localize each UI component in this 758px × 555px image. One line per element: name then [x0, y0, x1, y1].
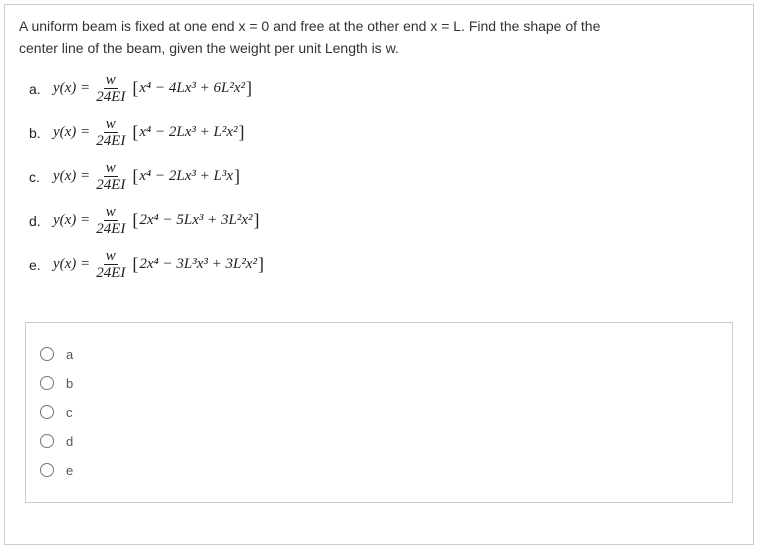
question-line2: center line of the beam, given the weigh… — [19, 40, 399, 56]
option-letter: d. — [29, 213, 53, 229]
option-letter: c. — [29, 169, 53, 185]
option-d: d. y(x) = w 24EI [ 2x⁴ − 5Lx³ + 3L²x² ] — [29, 204, 739, 238]
radio-label-e: e — [66, 463, 73, 478]
radio-e[interactable] — [40, 463, 54, 477]
option-a: a. y(x) = w 24EI [ x⁴ − 4Lx³ + 6L²x² ] — [29, 72, 739, 106]
option-letter: b. — [29, 125, 53, 141]
answer-row-a[interactable]: a — [40, 347, 718, 362]
answer-row-e[interactable]: e — [40, 463, 718, 478]
answer-row-c[interactable]: c — [40, 405, 718, 420]
radio-d[interactable] — [40, 434, 54, 448]
bracket-close: ] — [246, 78, 252, 99]
radio-a[interactable] — [40, 347, 54, 361]
option-letter: a. — [29, 81, 53, 97]
radio-c[interactable] — [40, 405, 54, 419]
option-e: e. y(x) = w 24EI [ 2x⁴ − 3L³x³ + 3L²x² ] — [29, 248, 739, 282]
radio-label-d: d — [66, 434, 73, 449]
bracket-open: [ — [132, 78, 138, 99]
formula-d: y(x) = w 24EI [ 2x⁴ − 5Lx³ + 3L²x² ] — [53, 204, 260, 238]
formula-e: y(x) = w 24EI [ 2x⁴ − 3L³x³ + 3L²x² ] — [53, 248, 265, 282]
fraction: w 24EI — [94, 116, 127, 150]
question-line1: A uniform beam is fixed at one end x = 0… — [19, 18, 600, 34]
option-b: b. y(x) = w 24EI [ x⁴ − 2Lx³ + L²x² ] — [29, 116, 739, 150]
answer-row-d[interactable]: d — [40, 434, 718, 449]
formula-a: y(x) = w 24EI [ x⁴ − 4Lx³ + 6L²x² ] — [53, 72, 253, 106]
question-container: A uniform beam is fixed at one end x = 0… — [4, 4, 754, 545]
answer-row-b[interactable]: b — [40, 376, 718, 391]
fraction: w 24EI — [94, 160, 127, 194]
fraction: w 24EI — [94, 248, 127, 282]
radio-b[interactable] — [40, 376, 54, 390]
fraction: w 24EI — [94, 204, 127, 238]
radio-label-a: a — [66, 347, 73, 362]
question-text: A uniform beam is fixed at one end x = 0… — [19, 15, 739, 60]
radio-label-b: b — [66, 376, 73, 391]
answer-section: a b c d e — [25, 322, 733, 503]
fraction: w 24EI — [94, 72, 127, 106]
radio-label-c: c — [66, 405, 73, 420]
option-c: c. y(x) = w 24EI [ x⁴ − 2Lx³ + L³x ] — [29, 160, 739, 194]
formula-c: y(x) = w 24EI [ x⁴ − 2Lx³ + L³x ] — [53, 160, 241, 194]
formula-b: y(x) = w 24EI [ x⁴ − 2Lx³ + L²x² ] — [53, 116, 245, 150]
option-letter: e. — [29, 257, 53, 273]
